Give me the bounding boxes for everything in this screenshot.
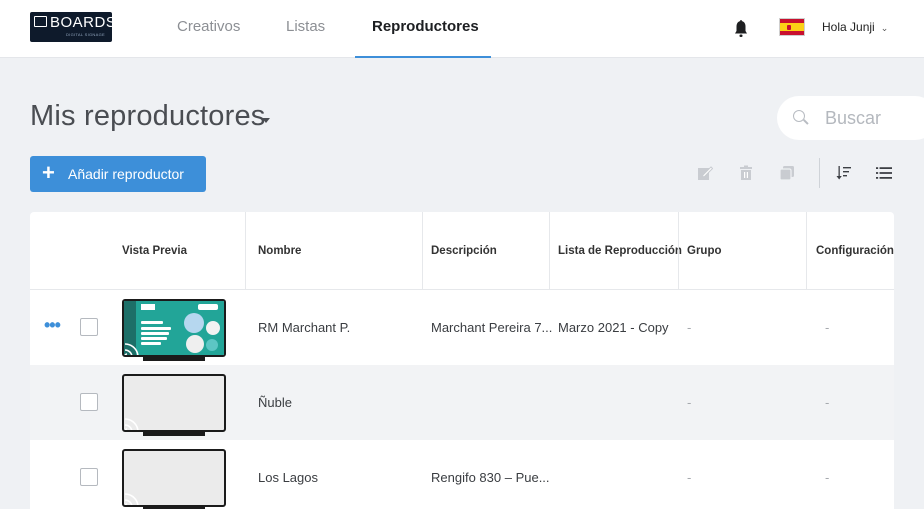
- active-tab-indicator: [355, 56, 491, 58]
- spain-flag-icon[interactable]: [779, 18, 805, 36]
- column-header-group[interactable]: Grupo: [687, 245, 722, 257]
- tab-listas[interactable]: Listas: [286, 18, 325, 58]
- logo-text: BOARDS: [50, 14, 112, 31]
- tab-reproductores[interactable]: Reproductores: [372, 18, 479, 58]
- title-dropdown-caret-icon[interactable]: [262, 118, 270, 123]
- cast-icon: [124, 343, 139, 355]
- toolbar-divider: [819, 158, 820, 188]
- more-options-icon[interactable]: •••: [44, 316, 61, 334]
- table-row[interactable]: Ñuble - -: [30, 365, 894, 440]
- search-icon: [793, 110, 805, 122]
- user-greeting: Hola Junji: [822, 20, 875, 34]
- row-checkbox[interactable]: [80, 393, 98, 411]
- cast-icon: [124, 493, 139, 505]
- junji-logo: [141, 304, 155, 310]
- monitor-icon: [34, 16, 47, 27]
- column-header-name[interactable]: Nombre: [258, 245, 301, 257]
- player-config: -: [825, 395, 830, 410]
- bell-icon[interactable]: [734, 20, 748, 38]
- table-row[interactable]: ••• RM Marchant P. Marchant Pereira 7...…: [30, 290, 894, 365]
- page-title[interactable]: Mis reproductores: [30, 100, 266, 133]
- copy-icon[interactable]: [779, 165, 795, 181]
- chevron-down-icon: ⌄: [880, 23, 889, 33]
- column-header-config[interactable]: Configuración: [816, 245, 894, 257]
- plus-icon: +: [42, 160, 55, 185]
- trash-icon[interactable]: [738, 165, 754, 181]
- table-row[interactable]: Los Lagos Rengifo 830 – Pue... - -: [30, 440, 894, 509]
- column-header-description[interactable]: Descripción: [431, 245, 497, 257]
- player-preview[interactable]: [122, 299, 226, 357]
- boards-logo[interactable]: BOARDS DIGITAL SIGNAGE: [30, 12, 112, 42]
- edit-icon[interactable]: [697, 165, 713, 181]
- top-navbar: BOARDS DIGITAL SIGNAGE Creativos Listas …: [0, 0, 924, 58]
- player-preview[interactable]: [122, 449, 226, 507]
- monitor-stand: [143, 357, 205, 361]
- column-header-preview[interactable]: Vista Previa: [122, 245, 187, 257]
- player-group: -: [687, 320, 692, 335]
- sort-icon[interactable]: [836, 165, 852, 181]
- column-header-playlist[interactable]: Lista de Reproducción: [558, 245, 682, 257]
- row-checkbox[interactable]: [80, 318, 98, 336]
- player-name[interactable]: Ñuble: [258, 395, 292, 410]
- table-header: Vista Previa Nombre Descripción Lista de…: [30, 212, 894, 290]
- user-menu[interactable]: Hola Junji ⌄: [822, 20, 888, 34]
- player-description: Rengifo 830 – Pue...: [431, 470, 550, 485]
- player-config: -: [825, 320, 830, 335]
- player-preview[interactable]: [122, 374, 226, 432]
- list-view-icon[interactable]: [876, 165, 892, 181]
- add-player-button[interactable]: + Añadir reproductor: [30, 156, 206, 192]
- player-group: -: [687, 395, 692, 410]
- monitor-stand: [143, 432, 205, 436]
- add-player-label: Añadir reproductor: [68, 166, 184, 182]
- player-config: -: [825, 470, 830, 485]
- search-input[interactable]: [825, 105, 924, 131]
- cast-icon: [124, 418, 139, 430]
- player-name[interactable]: RM Marchant P.: [258, 320, 350, 335]
- player-group: -: [687, 470, 692, 485]
- tab-creativos[interactable]: Creativos: [177, 18, 240, 58]
- player-name[interactable]: Los Lagos: [258, 470, 318, 485]
- logo-subtitle: DIGITAL SIGNAGE: [66, 32, 105, 37]
- row-checkbox[interactable]: [80, 468, 98, 486]
- search-box[interactable]: [777, 96, 924, 140]
- player-playlist[interactable]: Marzo 2021 - Copy: [558, 320, 669, 335]
- players-table: Vista Previa Nombre Descripción Lista de…: [30, 212, 894, 509]
- player-description: Marchant Pereira 7...: [431, 320, 553, 335]
